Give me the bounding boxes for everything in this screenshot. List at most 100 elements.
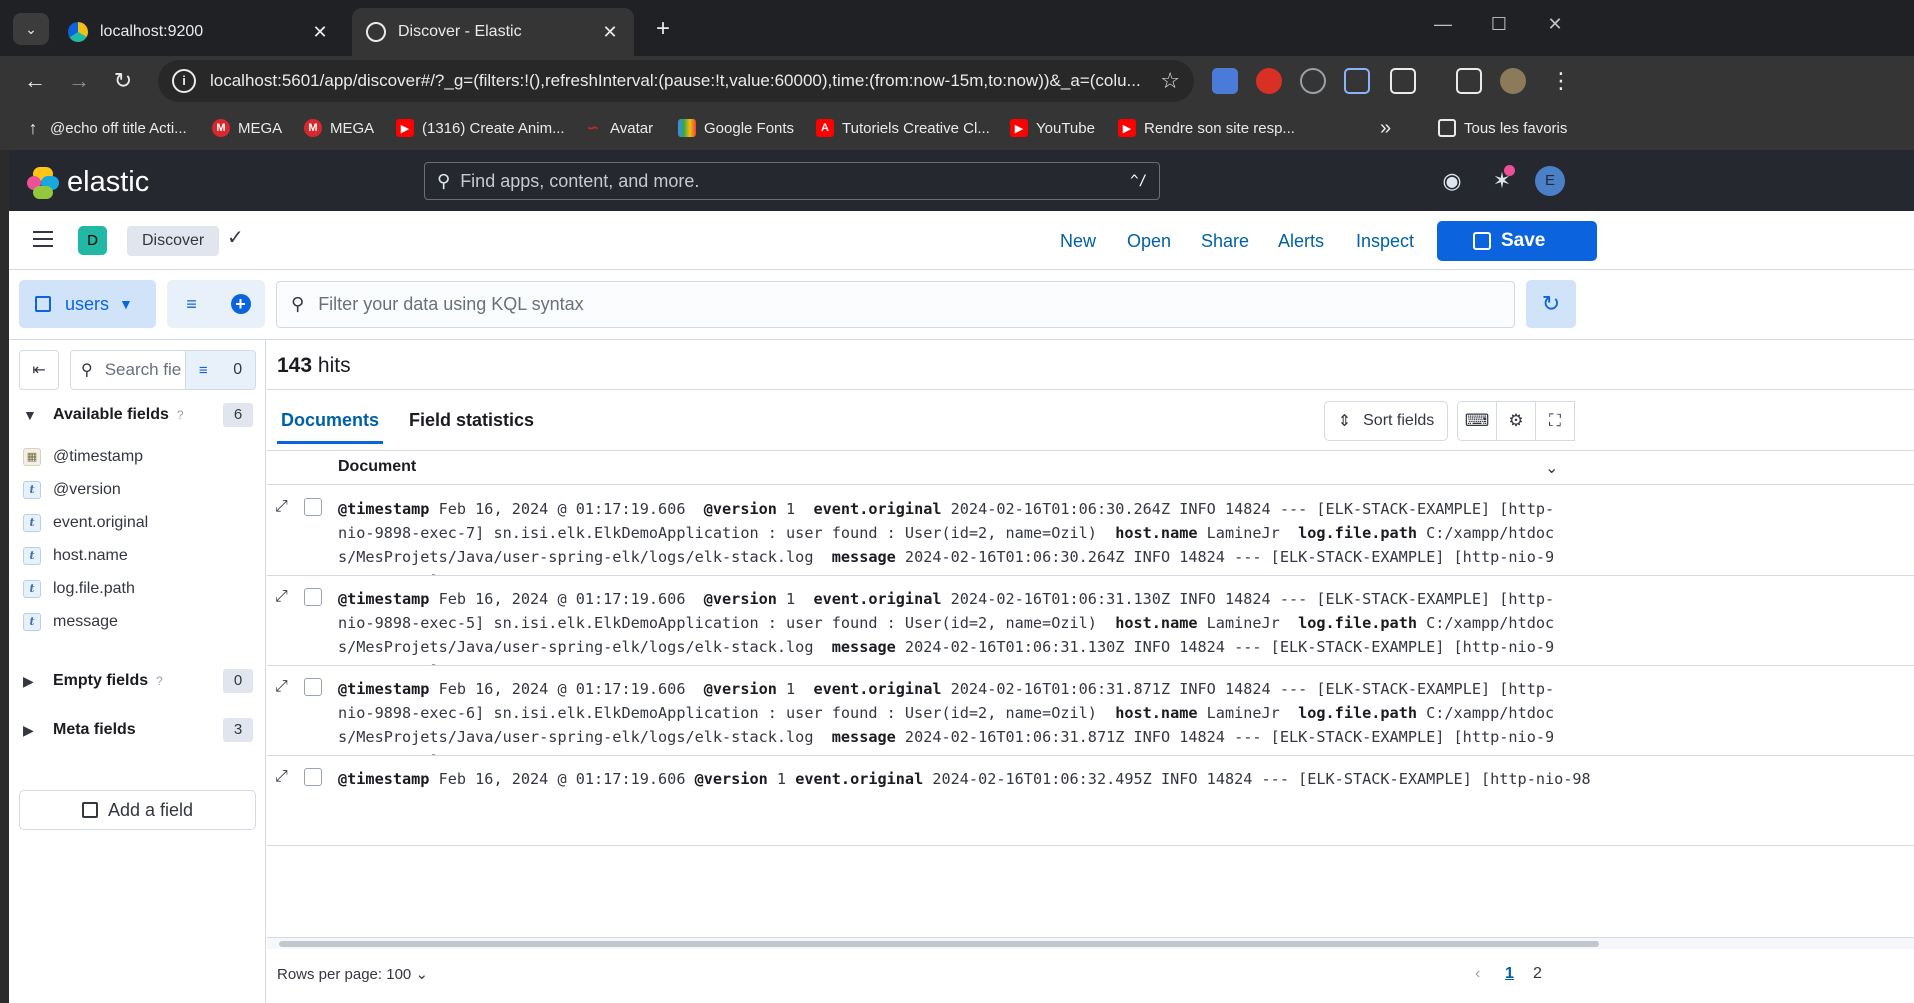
share-link[interactable]: Share xyxy=(1201,231,1249,252)
field-item[interactable]: t @version xyxy=(23,477,121,503)
table-row[interactable]: ⤢ @timestamp Feb 16, 2024 @ 01:17:19.606 … xyxy=(267,486,1914,576)
menu-hamburger-icon[interactable] xyxy=(33,231,53,247)
reload-icon[interactable]: ↻ xyxy=(108,66,138,96)
help-icon[interactable]: ◉ xyxy=(1439,168,1465,194)
field-search-input[interactable]: ⚲ Search field names ≡0 xyxy=(70,350,256,390)
menu-kebab-icon[interactable]: ⋮ xyxy=(1546,66,1576,96)
bookmark-item[interactable]: ↑ @echo off title Acti... xyxy=(24,116,187,140)
user-avatar[interactable]: E xyxy=(1535,166,1565,196)
field-item[interactable]: t host.name xyxy=(23,543,128,569)
field-item[interactable]: ▦ @timestamp xyxy=(23,444,143,470)
document-cell[interactable]: @timestamp Feb 16, 2024 @ 01:17:19.606 @… xyxy=(338,497,1558,575)
row-select-checkbox[interactable] xyxy=(304,678,322,696)
browser-tab-discover[interactable]: Discover - Elastic ✕ xyxy=(352,8,634,56)
meta-fields-toggle[interactable]: ▶ Meta fields 3 xyxy=(23,718,253,742)
document-cell[interactable]: @timestamp Feb 16, 2024 @ 01:17:19.606 @… xyxy=(338,767,1591,791)
expand-document-icon[interactable]: ⤢ xyxy=(275,588,288,606)
global-search-input[interactable]: ⚲ Find apps, content, and more. ^/ xyxy=(424,162,1160,200)
bookmark-star-icon[interactable]: ☆ xyxy=(1160,68,1180,94)
adblock-extension-icon[interactable] xyxy=(1256,68,1282,94)
url-text[interactable]: localhost:5601/app/discover#/?_g=(filter… xyxy=(210,71,1150,91)
table-row[interactable]: ⤢ @timestamp Feb 16, 2024 @ 01:17:19.606 … xyxy=(267,756,1914,846)
kql-query-input[interactable]: ⚲ Filter your data using KQL syntax xyxy=(276,281,1515,328)
close-tab-icon[interactable]: ✕ xyxy=(600,22,620,43)
tab-field-statistics[interactable]: Field statistics xyxy=(405,402,538,444)
bookmark-item[interactable]: ▶ Rendre son site resp... xyxy=(1118,116,1295,140)
help-icon[interactable]: ? xyxy=(177,408,184,422)
keyboard-shortcuts-icon[interactable]: ⌨ xyxy=(1457,401,1497,441)
profile-avatar-icon[interactable] xyxy=(1500,68,1526,94)
space-avatar[interactable]: D xyxy=(78,226,107,255)
site-info-icon[interactable]: i xyxy=(172,69,196,93)
translate-extension-icon[interactable] xyxy=(1212,68,1238,94)
field-filter-button[interactable]: ≡ 0 xyxy=(185,351,255,389)
forward-icon[interactable]: → xyxy=(64,66,94,96)
empty-fields-toggle[interactable]: ▶ Empty fields ? 0 xyxy=(23,669,253,693)
table-row[interactable]: ⤢ @timestamp Feb 16, 2024 @ 01:17:19.606 … xyxy=(267,576,1914,666)
minimize-icon[interactable]: — xyxy=(1428,14,1458,35)
horizontal-scrollbar[interactable] xyxy=(267,937,1914,949)
maximize-icon[interactable]: ☐ xyxy=(1484,14,1514,35)
add-field-button[interactable]: Add a field xyxy=(19,790,256,830)
refresh-icon[interactable]: ↻ xyxy=(1526,280,1576,328)
display-settings-icon[interactable]: ⚙ xyxy=(1496,401,1536,441)
field-item[interactable]: t event.original xyxy=(23,510,148,536)
new-link[interactable]: New xyxy=(1060,231,1096,252)
data-view-picker[interactable]: users ▼ xyxy=(19,280,156,328)
open-link[interactable]: Open xyxy=(1127,231,1171,252)
page-link-2[interactable]: 2 xyxy=(1533,965,1542,983)
back-icon[interactable]: ← xyxy=(20,66,50,96)
inspect-link[interactable]: Inspect xyxy=(1356,231,1414,252)
bookmark-item[interactable]: M MEGA xyxy=(304,116,374,140)
column-header-document[interactable]: Document xyxy=(338,458,416,476)
help-icon[interactable]: ? xyxy=(156,674,163,688)
page-link-1[interactable]: 1 xyxy=(1505,965,1514,983)
tab-documents[interactable]: Documents xyxy=(277,402,384,444)
bookmark-item[interactable]: ▶ (1316) Create Anim... xyxy=(396,116,565,140)
bookmark-item[interactable]: ▶ YouTube xyxy=(1010,116,1095,140)
rows-per-page-select[interactable]: Rows per page: 100 ⌄ xyxy=(277,965,428,983)
field-item[interactable]: t log.file.path xyxy=(23,576,135,602)
extension-icon[interactable] xyxy=(1344,68,1370,94)
prev-page-icon[interactable]: ‹ xyxy=(1475,965,1480,983)
sort-icon: ⇕ xyxy=(1337,413,1352,430)
more-bookmarks-chevron-icon[interactable]: » xyxy=(1380,116,1391,140)
tab-search-button[interactable]: ⌄ xyxy=(13,13,49,45)
collapse-sidebar-icon[interactable]: ⇤ xyxy=(19,350,59,390)
sort-fields-button[interactable]: ⇕ Sort fields xyxy=(1324,401,1448,441)
bookmark-item[interactable]: M MEGA xyxy=(212,116,282,140)
filter-menu-icon[interactable]: ≡ xyxy=(167,280,216,328)
add-filter-button[interactable]: + xyxy=(216,280,265,328)
column-actions-chevron-icon[interactable]: ⌄ xyxy=(1545,458,1558,478)
bookmark-item[interactable]: ∽ Avatar xyxy=(584,116,653,140)
document-cell[interactable]: @timestamp Feb 16, 2024 @ 01:17:19.606 @… xyxy=(338,677,1558,755)
expand-document-icon[interactable]: ⤢ xyxy=(275,498,288,516)
row-select-checkbox[interactable] xyxy=(304,768,322,786)
table-row[interactable]: ⤢ @timestamp Feb 16, 2024 @ 01:17:19.606 … xyxy=(267,666,1914,756)
browser-tab-localhost-9200[interactable]: localhost:9200 ✕ xyxy=(54,8,344,56)
address-bar[interactable]: i localhost:5601/app/discover#/?_g=(filt… xyxy=(158,60,1194,102)
alerts-link[interactable]: Alerts xyxy=(1278,231,1324,252)
available-fields-toggle[interactable]: ▼ Available fields ? 6 xyxy=(23,403,253,427)
row-select-checkbox[interactable] xyxy=(304,498,322,516)
grid-header: Document ⌄ xyxy=(267,450,1914,485)
scrollbar-thumb[interactable] xyxy=(279,941,1599,947)
expand-document-icon[interactable]: ⤢ xyxy=(275,768,288,786)
document-cell[interactable]: @timestamp Feb 16, 2024 @ 01:17:19.606 @… xyxy=(338,587,1558,665)
side-panel-icon[interactable] xyxy=(1456,68,1482,94)
field-item[interactable]: t message xyxy=(23,609,118,635)
breadcrumb[interactable]: Discover xyxy=(127,226,220,256)
all-bookmarks-folder[interactable]: Tous les favoris xyxy=(1438,116,1567,140)
close-tab-icon[interactable]: ✕ xyxy=(310,22,330,43)
fullscreen-icon[interactable]: ⛶ xyxy=(1535,401,1575,441)
bookmark-item[interactable]: A Tutoriels Creative Cl... xyxy=(816,116,990,140)
bookmark-item[interactable]: Google Fonts xyxy=(678,116,794,140)
close-window-icon[interactable]: ✕ xyxy=(1540,14,1570,35)
save-button[interactable]: Save xyxy=(1437,221,1597,261)
elastic-logo[interactable]: elastic xyxy=(27,166,149,199)
expand-document-icon[interactable]: ⤢ xyxy=(275,678,288,696)
row-select-checkbox[interactable] xyxy=(304,588,322,606)
extension-icon[interactable] xyxy=(1300,68,1326,94)
new-tab-icon[interactable]: + xyxy=(648,14,678,44)
extensions-puzzle-icon[interactable] xyxy=(1390,68,1416,94)
